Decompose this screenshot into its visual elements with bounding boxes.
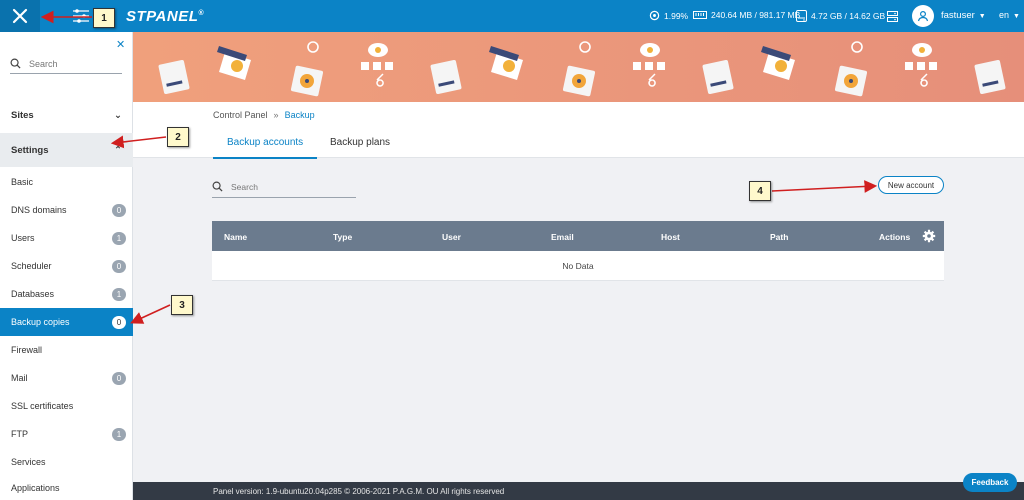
tab-backup-accounts[interactable]: Backup accounts xyxy=(213,137,318,159)
chevron-down-icon: ⌄ xyxy=(114,109,122,121)
top-bar: STPANEL® 1.99% 240.64 MB / 981.17 MB 4.7… xyxy=(0,0,1024,32)
chevron-down-icon: ▼ xyxy=(978,13,986,20)
column-type[interactable]: Type xyxy=(333,232,352,242)
header-banner xyxy=(133,32,1024,102)
chevron-down-icon: ▼ xyxy=(1013,13,1020,20)
count-badge: 0 xyxy=(112,315,126,329)
sidebar-item-ssl-certificates[interactable]: SSL certificates xyxy=(0,392,133,420)
disk-icon xyxy=(796,10,807,22)
column-user[interactable]: User xyxy=(442,232,461,242)
count-badge: 0 xyxy=(112,203,126,217)
sidebar-section-sites[interactable]: Sites ⌄ xyxy=(0,98,133,132)
annotation-label-3: 3 xyxy=(171,295,193,315)
chevron-up-icon: ⌃ xyxy=(114,144,122,156)
annotation-arrow-3 xyxy=(130,304,171,324)
annotation-label-4: 4 xyxy=(749,181,771,201)
empty-state-text: No Data xyxy=(562,260,594,271)
sidebar-item-scheduler[interactable]: Scheduler 0 xyxy=(0,252,133,280)
memory-stat: 240.64 MB / 981.17 MB xyxy=(693,10,800,20)
server-icon[interactable] xyxy=(887,11,898,22)
count-badge: 1 xyxy=(112,287,126,301)
user-menu[interactable]: fastuser ▼ xyxy=(941,10,986,21)
column-path[interactable]: Path xyxy=(770,232,788,242)
new-account-button[interactable]: New account xyxy=(878,176,944,194)
count-badge: 1 xyxy=(112,231,126,245)
sidebar: ✕ Search Sites ⌄ Settings ⌃ Basic DNS do… xyxy=(0,32,133,500)
sidebar-item-users[interactable]: Users 1 xyxy=(0,224,133,252)
count-badge: 1 xyxy=(112,427,126,441)
column-host[interactable]: Host xyxy=(661,232,680,242)
user-icon xyxy=(917,10,929,22)
table-header: Name Type User Email Host Path Actions xyxy=(212,221,944,251)
sidebar-item-mail[interactable]: Mail 0 xyxy=(0,364,133,392)
memory-icon xyxy=(693,11,707,19)
avatar[interactable] xyxy=(912,5,934,27)
tab-backup-plans[interactable]: Backup plans xyxy=(330,137,390,148)
search-icon xyxy=(10,58,21,69)
sidebar-item-firewall[interactable]: Firewall xyxy=(0,336,133,364)
close-menu-button[interactable] xyxy=(0,0,40,32)
column-name[interactable]: Name xyxy=(224,232,247,242)
sidebar-item-backup-copies[interactable]: Backup copies 0 xyxy=(0,308,133,336)
brand-logo[interactable]: STPANEL® xyxy=(126,8,204,25)
annotation-label-2: 2 xyxy=(167,127,189,147)
gear-icon[interactable] xyxy=(922,229,936,243)
unpin-icon[interactable]: ✕ xyxy=(116,38,125,51)
annotation-arrow-4 xyxy=(771,180,878,193)
sidebar-search-input[interactable]: Search xyxy=(10,54,122,74)
breadcrumb-current[interactable]: Backup xyxy=(285,110,315,120)
count-badge: 0 xyxy=(112,259,126,273)
annotation-label-1: 1 xyxy=(93,8,115,28)
cpu-stat: 1.99% xyxy=(649,10,688,21)
content-header: Control Panel» Backup Backup accounts Bac… xyxy=(133,102,1024,159)
cpu-icon xyxy=(649,10,660,21)
search-icon xyxy=(212,181,223,192)
disk-stat: 4.72 GB / 14.62 GB xyxy=(796,10,885,22)
sidebar-item-databases[interactable]: Databases 1 xyxy=(0,280,133,308)
breadcrumb: Control Panel» Backup xyxy=(213,110,315,120)
sidebar-item-services[interactable]: Services xyxy=(0,448,133,476)
close-icon xyxy=(12,8,28,24)
settings-sliders-icon xyxy=(73,9,89,23)
language-select[interactable]: en ▼ xyxy=(999,10,1020,20)
sidebar-item-ftp[interactable]: FTP 1 xyxy=(0,420,133,448)
sidebar-item-basic[interactable]: Basic xyxy=(0,168,133,196)
footer-version-text: Panel version: 1.9-ubuntu20.04p285 © 200… xyxy=(213,486,505,496)
sidebar-item-applications[interactable]: Applications xyxy=(0,474,133,500)
sidebar-item-dns-domains[interactable]: DNS domains 0 xyxy=(0,196,133,224)
column-actions: Actions xyxy=(879,232,911,242)
table-empty-row: No Data xyxy=(212,251,944,281)
banner-illustration xyxy=(133,32,1024,102)
footer: Panel version: 1.9-ubuntu20.04p285 © 200… xyxy=(133,482,1024,500)
search-input[interactable]: Search xyxy=(212,176,356,198)
column-email[interactable]: Email xyxy=(551,232,574,242)
sidebar-section-settings[interactable]: Settings ⌃ xyxy=(0,133,133,167)
feedback-button[interactable]: Feedback xyxy=(963,473,1017,492)
count-badge: 0 xyxy=(112,371,126,385)
breadcrumb-root[interactable]: Control Panel xyxy=(213,110,268,120)
